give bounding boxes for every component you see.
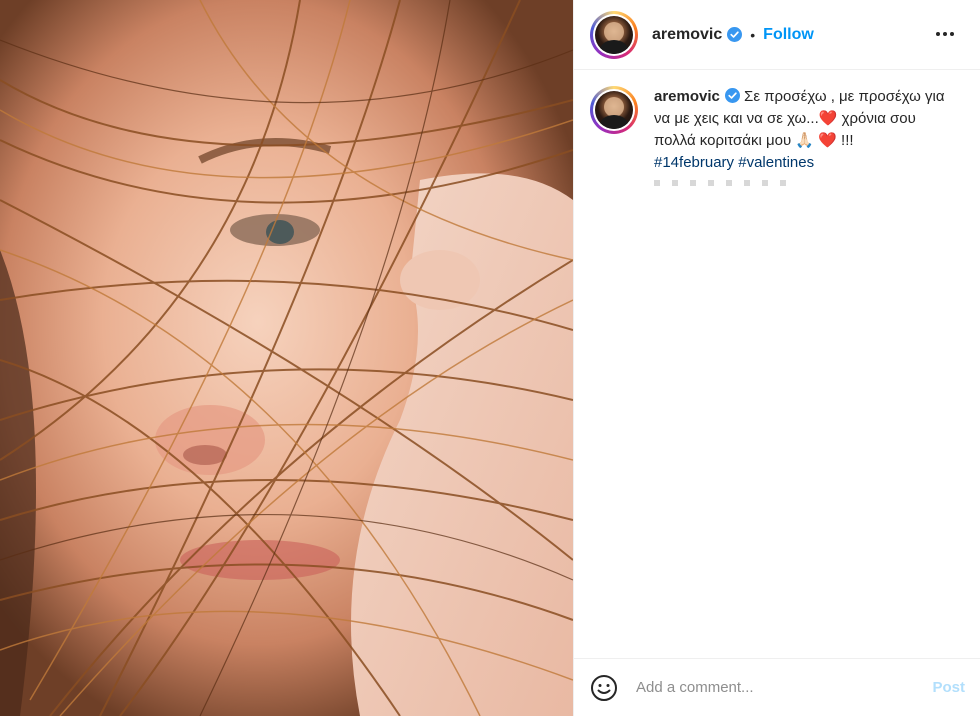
- hashtag-link[interactable]: #valentines: [738, 154, 814, 171]
- post-photo[interactable]: [0, 0, 573, 716]
- verified-badge-icon: [727, 27, 743, 42]
- faded-overflow-text: [654, 180, 794, 186]
- post-side-panel: aremovic • Follow aremovic Σε προσέχω , …: [573, 0, 980, 716]
- author-username[interactable]: aremovic: [652, 26, 722, 44]
- more-horizontal-icon[interactable]: [933, 22, 957, 46]
- post-header: aremovic • Follow: [574, 0, 980, 70]
- verified-badge-icon: [724, 88, 740, 103]
- caption-body: aremovic Σε προσέχω , με προσέχω για να …: [654, 86, 954, 186]
- post-comment-button[interactable]: Post: [932, 679, 965, 696]
- post-caption: aremovic Σε προσέχω , με προσέχω για να …: [590, 86, 965, 186]
- avatar-image: [595, 15, 633, 54]
- avatar-image: [595, 91, 633, 129]
- caption-username[interactable]: aremovic: [654, 88, 720, 105]
- caption-avatar[interactable]: [590, 86, 638, 134]
- follow-button[interactable]: Follow: [763, 26, 814, 44]
- avatar-inner: [593, 89, 635, 131]
- more-dot: [943, 32, 947, 36]
- caption-text-end: !!!: [836, 132, 854, 149]
- hashtags: #14february #valentines: [654, 152, 954, 174]
- more-dot: [950, 32, 954, 36]
- pray-emoji: 🙏🏻: [795, 132, 815, 149]
- separator-dot: •: [750, 26, 756, 43]
- smiley-icon[interactable]: [590, 674, 618, 702]
- author-avatar[interactable]: [590, 10, 638, 59]
- more-dot: [936, 32, 940, 36]
- post-container: aremovic • Follow aremovic Σε προσέχω , …: [0, 0, 980, 716]
- comment-input[interactable]: [636, 679, 933, 696]
- heart-emoji: ❤️: [818, 132, 837, 149]
- comment-bar: Post: [574, 658, 980, 716]
- hashtag-link[interactable]: #14february: [654, 154, 734, 171]
- photo-illustration: [0, 0, 573, 716]
- avatar-inner: [593, 13, 635, 56]
- heart-emoji: ❤️: [818, 110, 838, 127]
